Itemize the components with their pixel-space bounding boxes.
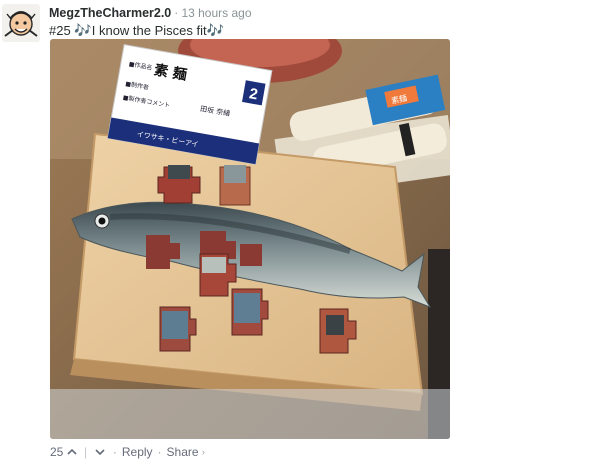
- avatar[interactable]: [2, 4, 40, 42]
- reply-button[interactable]: Reply: [122, 445, 153, 459]
- footer-dot-2: ·: [157, 444, 162, 459]
- fish-puzzle-photo: 素麺 2 ■作品名 素 麺 ■制作者 田坂 奈緒 ■製作者コメント イワサキ・ビ…: [50, 39, 450, 439]
- share-arrow-icon: ›: [201, 446, 205, 457]
- author-name[interactable]: MegzTheCharmer2.0: [49, 6, 171, 20]
- upvote-count: 25: [50, 444, 64, 459]
- music-notes-icon: 🎶: [74, 22, 92, 38]
- comment-text: #25 🎶I know the Pisces fit🎶: [49, 22, 224, 39]
- timestamp[interactable]: 13 hours ago: [181, 6, 251, 20]
- downvote-button[interactable]: [91, 445, 108, 459]
- comment-text-prefix: #25: [49, 23, 75, 38]
- comment: MegzTheCharmer2.0 · 13 hours ago #25 🎶I kn…: [0, 0, 600, 460]
- music-notes-icon-end: 🎶: [206, 22, 225, 38]
- footer-dot-1: ·: [112, 444, 117, 459]
- comment-header: MegzTheCharmer2.0 · 13 hours ago: [49, 6, 252, 20]
- comment-photo[interactable]: 素麺 2 ■作品名 素 麺 ■制作者 田坂 奈緒 ■製作者コメント イワサキ・ビ…: [50, 39, 450, 439]
- comment-footer: 25 | · Reply · Share ›: [50, 444, 205, 459]
- upvote-button[interactable]: [67, 445, 80, 459]
- separator-dot: ·: [174, 6, 179, 20]
- avatar-image: [2, 4, 40, 42]
- vote-separator: |: [84, 444, 88, 459]
- share-button[interactable]: Share: [167, 445, 199, 459]
- comment-text-body: I know the Pisces fit: [91, 23, 207, 38]
- chevron-down-icon: [94, 449, 105, 455]
- chevron-up-icon: [67, 448, 77, 455]
